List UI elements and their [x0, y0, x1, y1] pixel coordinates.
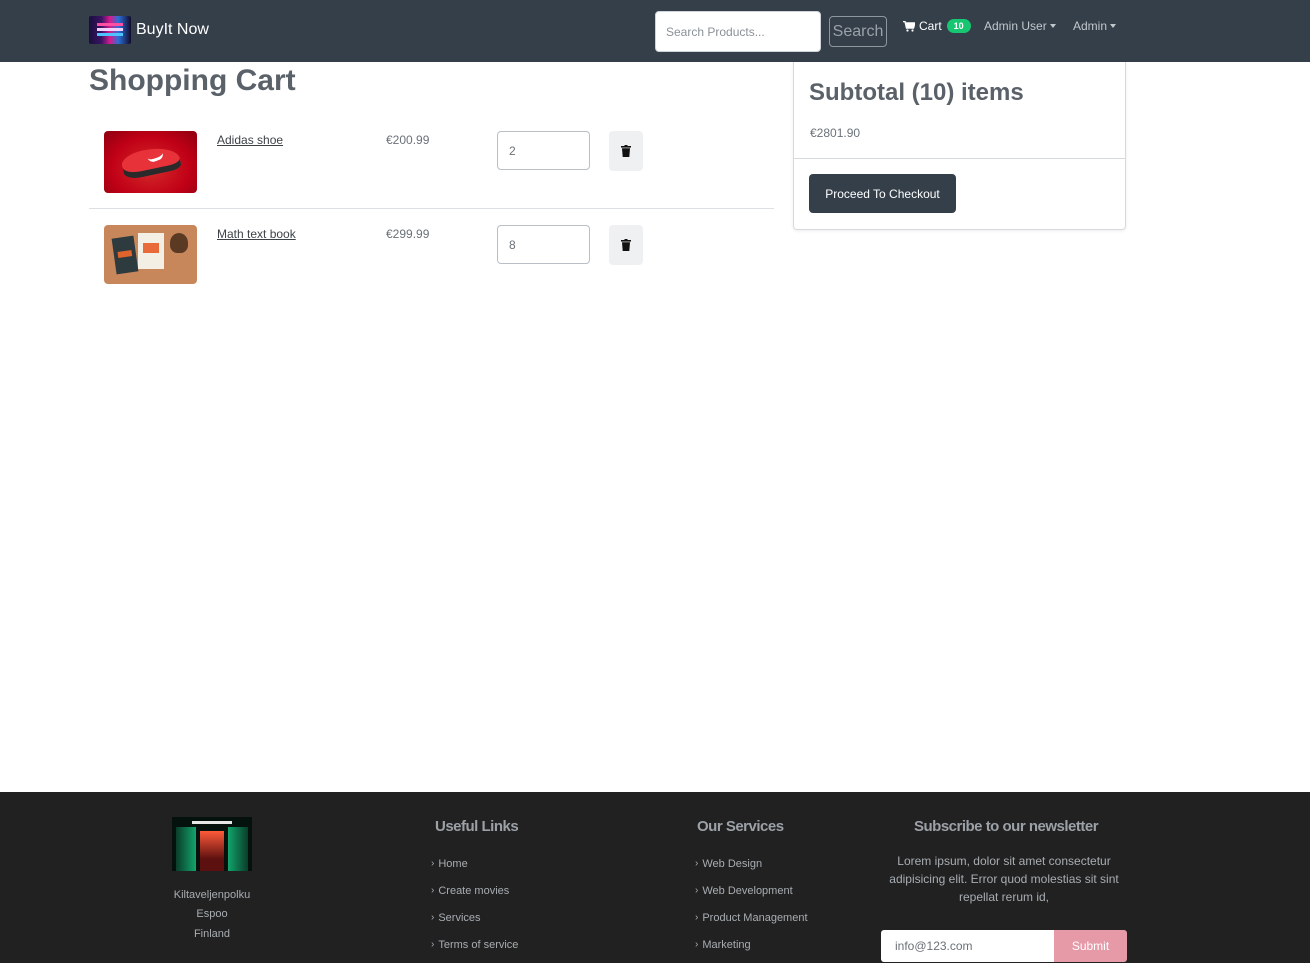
address-street: Kiltaveljenpolku [173, 889, 251, 901]
chevron-right-icon: › [431, 885, 435, 896]
footer-link-label: Services [438, 912, 481, 924]
cart-label: Cart [919, 19, 942, 33]
chevron-down-icon [1110, 24, 1117, 28]
our-services-heading: Our Services [697, 818, 784, 835]
useful-links-heading: Useful Links [435, 818, 519, 835]
chevron-right-icon: › [695, 939, 699, 950]
footer-link-web-design[interactable]: › Web Design [695, 858, 808, 885]
search-button[interactable]: Search [829, 16, 887, 47]
footer-link-label: Product Management [702, 912, 808, 924]
newsletter-description: Lorem ipsum, dolor sit amet consectetur … [889, 854, 1119, 904]
remove-item-button[interactable] [609, 131, 643, 171]
subtotal-heading: Subtotal (10) items [809, 79, 1024, 106]
chevron-right-icon: › [431, 912, 435, 923]
footer-link-terms[interactable]: › Terms of service [431, 939, 518, 963]
footer-link-home[interactable]: › Home [431, 858, 518, 885]
product-price: €299.99 [386, 227, 430, 241]
chevron-right-icon: › [431, 858, 435, 869]
address-city: Espoo [196, 908, 228, 920]
address-country: Finland [193, 928, 231, 940]
footer-link-web-development[interactable]: › Web Development [695, 885, 808, 912]
footer-link-services[interactable]: › Services [431, 912, 518, 939]
page-title: Shopping Cart [89, 64, 296, 97]
proceed-to-checkout-button[interactable]: Proceed To Checkout [809, 174, 956, 213]
newsletter-email-input[interactable] [881, 930, 1054, 962]
footer: Kiltaveljenpolku Espoo Finland Useful Li… [0, 792, 1310, 963]
newsletter-submit-button[interactable]: Submit [1054, 930, 1127, 962]
quantity-input[interactable] [497, 131, 590, 170]
brand-name: BuyIt Now [136, 21, 209, 38]
footer-link-label: Terms of service [438, 939, 519, 951]
footer-link-marketing[interactable]: › Marketing [695, 939, 808, 963]
user-menu-label: Admin User [984, 19, 1047, 33]
services-list: › Web Design › Web Development › Product Ma… [695, 858, 808, 963]
navbar: BuyIt Now Search Cart 10 Admin User Admi… [0, 0, 1310, 62]
admin-menu-label: Admin [1073, 19, 1108, 33]
newsletter-heading: Subscribe to our newsletter [914, 818, 1099, 835]
product-name-link[interactable]: Math text book [217, 227, 296, 241]
brand-link[interactable]: BuyIt Now [89, 16, 209, 44]
cart-link[interactable]: Cart 10 [903, 19, 971, 33]
user-menu-dropdown[interactable]: Admin User [984, 19, 1056, 33]
product-image [104, 131, 197, 193]
footer-logo [172, 817, 252, 871]
trash-icon [621, 239, 631, 251]
cart-icon [903, 20, 915, 32]
footer-link-label: Web Design [702, 858, 763, 870]
brand-logo [89, 16, 131, 44]
remove-item-button[interactable] [609, 225, 643, 265]
cart-item-row: Math text book €299.99 [89, 209, 774, 303]
quantity-input[interactable] [497, 225, 590, 264]
product-image [104, 225, 197, 284]
chevron-right-icon: › [695, 858, 699, 869]
chevron-down-icon [1049, 24, 1056, 28]
product-price: €200.99 [386, 133, 430, 147]
product-name-link[interactable]: Adidas shoe [217, 133, 283, 147]
footer-link-label: Web Development [702, 885, 793, 897]
footer-link-label: Marketing [702, 939, 751, 951]
subtotal-amount: €2801.90 [810, 126, 861, 140]
chevron-right-icon: › [431, 939, 435, 950]
useful-links-list: › Home › Create movies › Services › Terms of… [431, 858, 518, 963]
footer-link-product-management[interactable]: › Product Management [695, 912, 808, 939]
footer-link-create-movies[interactable]: › Create movies [431, 885, 518, 912]
cart-count-badge: 10 [946, 19, 971, 33]
chevron-right-icon: › [695, 912, 699, 923]
admin-menu-dropdown[interactable]: Admin [1073, 19, 1117, 33]
order-summary-card: Subtotal (10) items €2801.90 Proceed To … [793, 62, 1126, 230]
trash-icon [621, 145, 631, 157]
search-input[interactable] [655, 11, 821, 52]
footer-link-label: Create movies [438, 885, 510, 897]
cart-item-row: Adidas shoe €200.99 [89, 115, 774, 209]
footer-link-label: Home [438, 858, 468, 870]
chevron-right-icon: › [695, 885, 699, 896]
summary-header [794, 62, 1125, 159]
